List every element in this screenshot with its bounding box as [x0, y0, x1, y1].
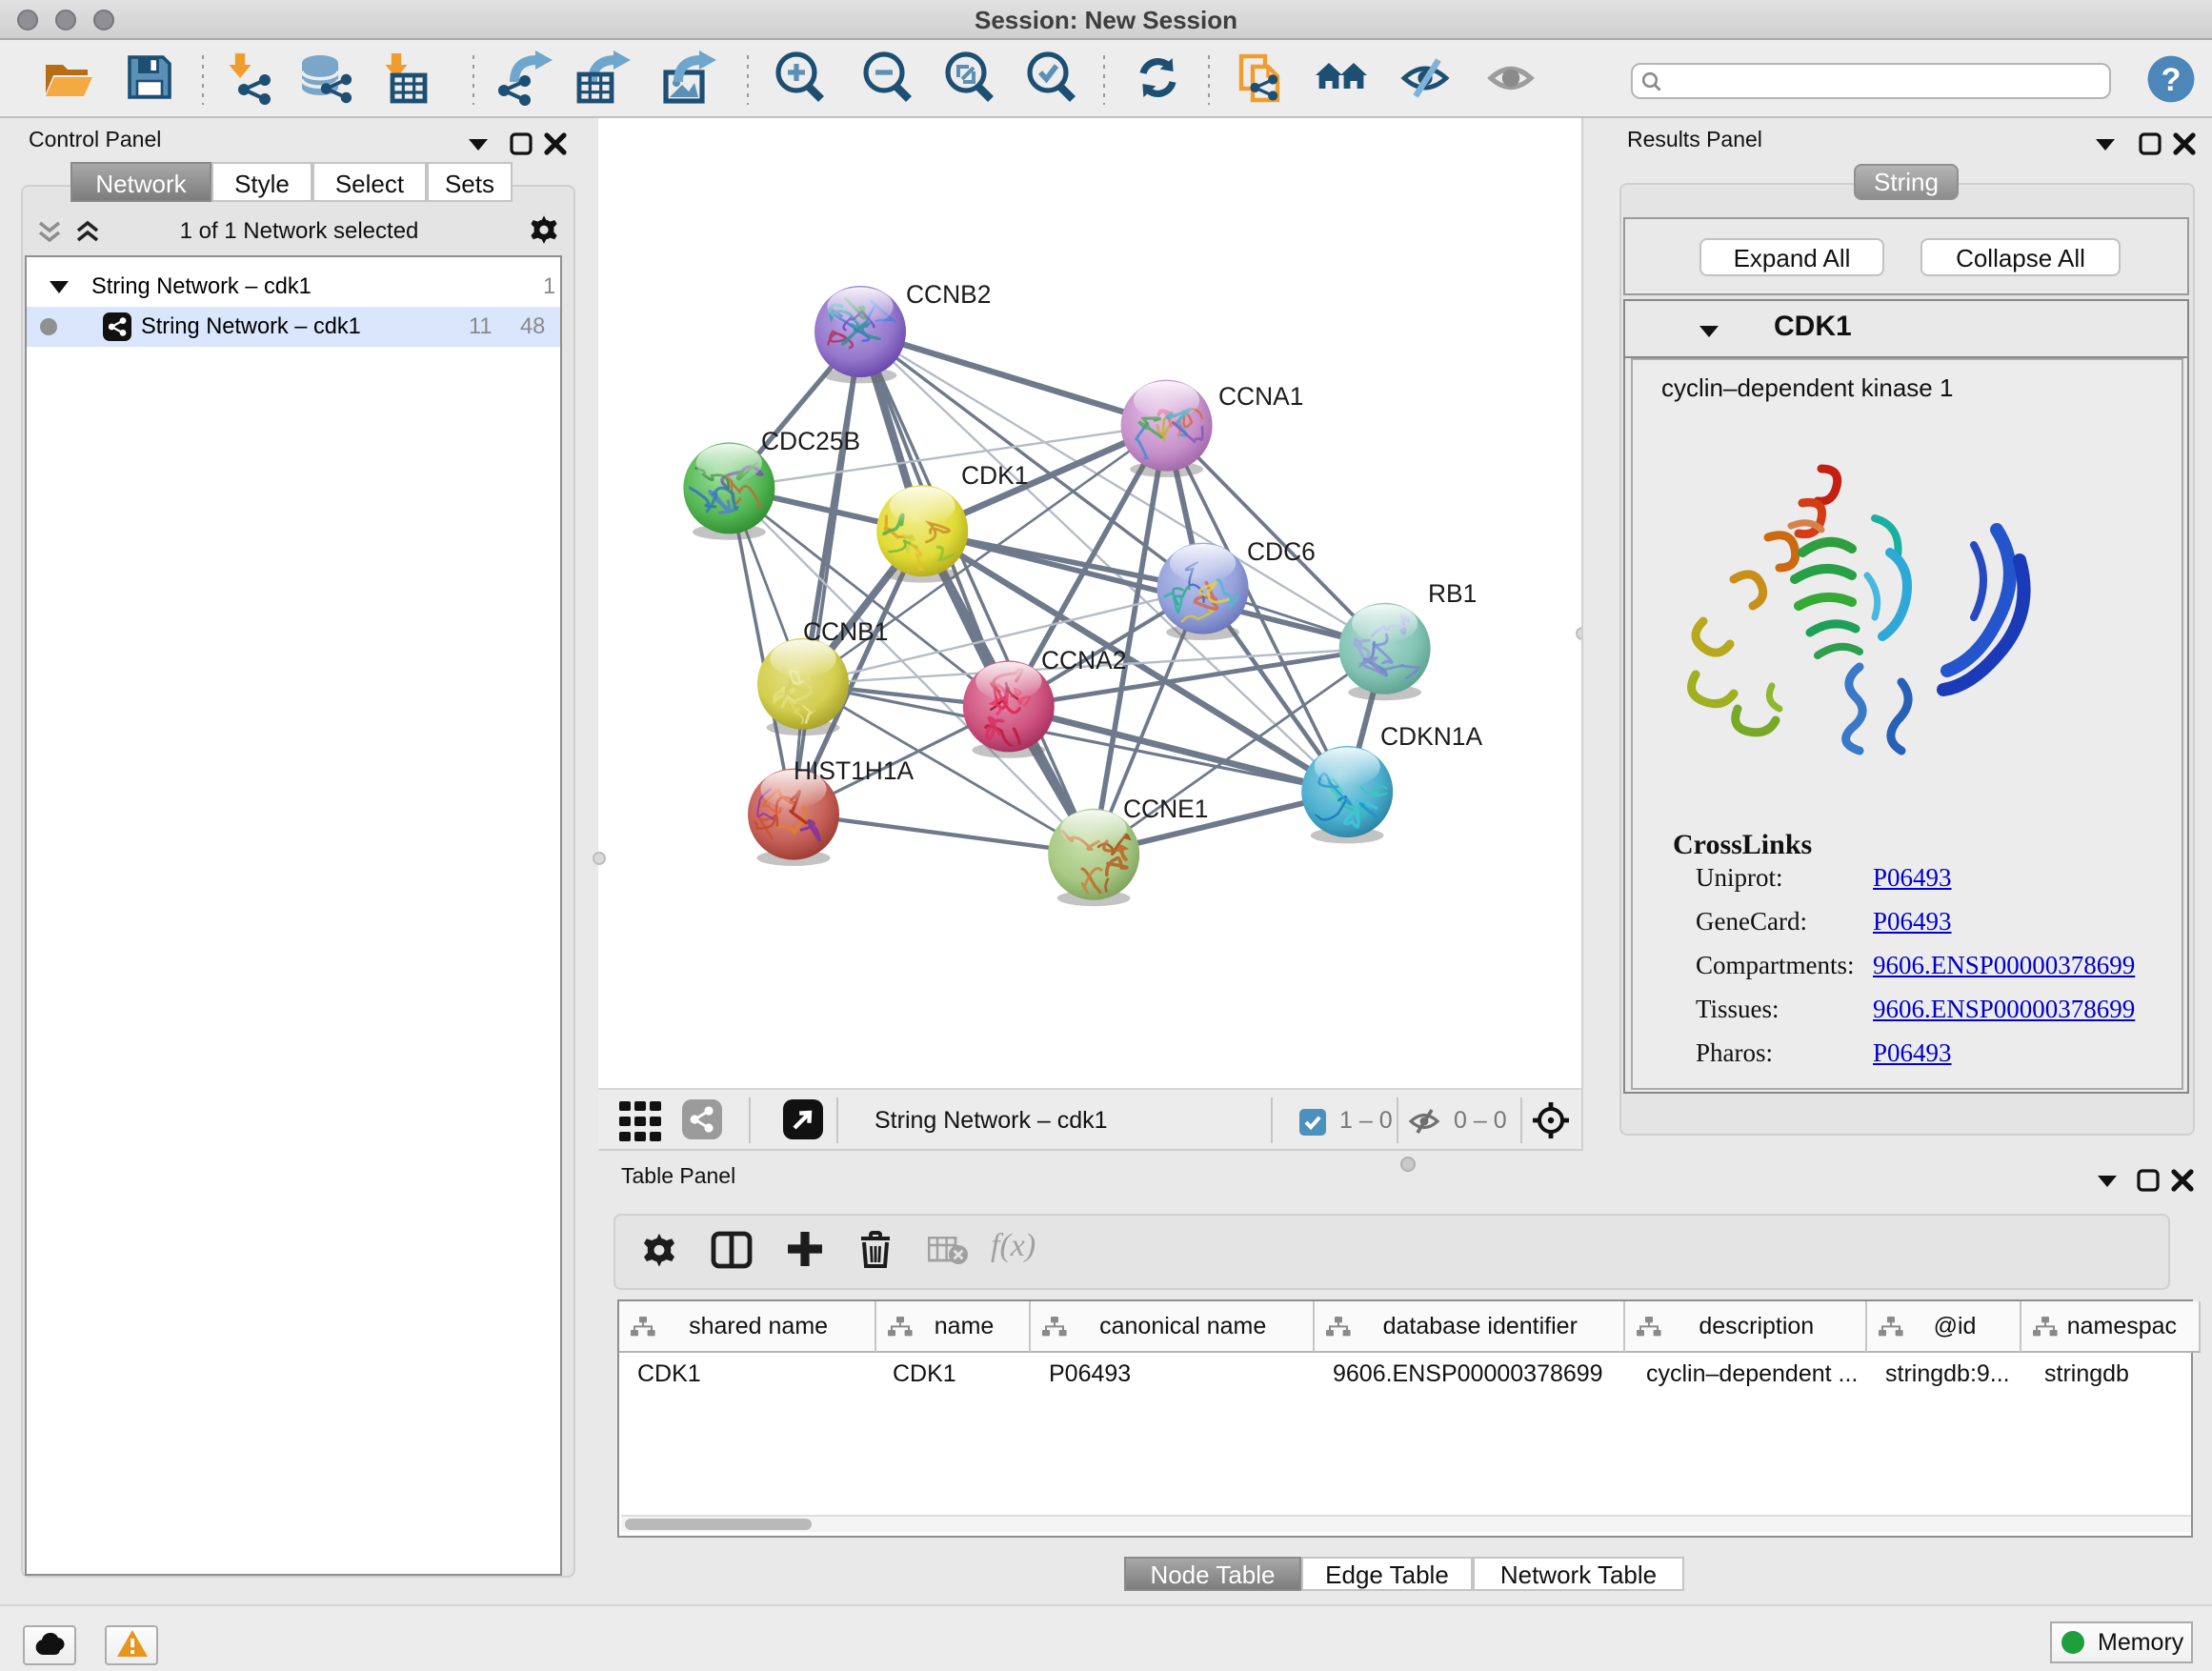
- svg-text:CDK1: CDK1: [961, 461, 1028, 490]
- svg-text:CCNB2: CCNB2: [906, 280, 991, 309]
- svg-text:CDC25B: CDC25B: [761, 427, 860, 455]
- svg-text:CCNA2: CCNA2: [1041, 646, 1126, 674]
- svg-text:HIST1H1A: HIST1H1A: [794, 756, 915, 785]
- svg-text:CDC6: CDC6: [1247, 537, 1316, 566]
- svg-text:CCNE1: CCNE1: [1123, 795, 1208, 823]
- svg-text:?: ?: [2162, 62, 2182, 98]
- svg-text:CCNA1: CCNA1: [1218, 382, 1303, 411]
- svg-text:CCNB1: CCNB1: [803, 617, 888, 646]
- svg-text:RB1: RB1: [1428, 579, 1477, 608]
- svg-text:CDKN1A: CDKN1A: [1380, 722, 1482, 751]
